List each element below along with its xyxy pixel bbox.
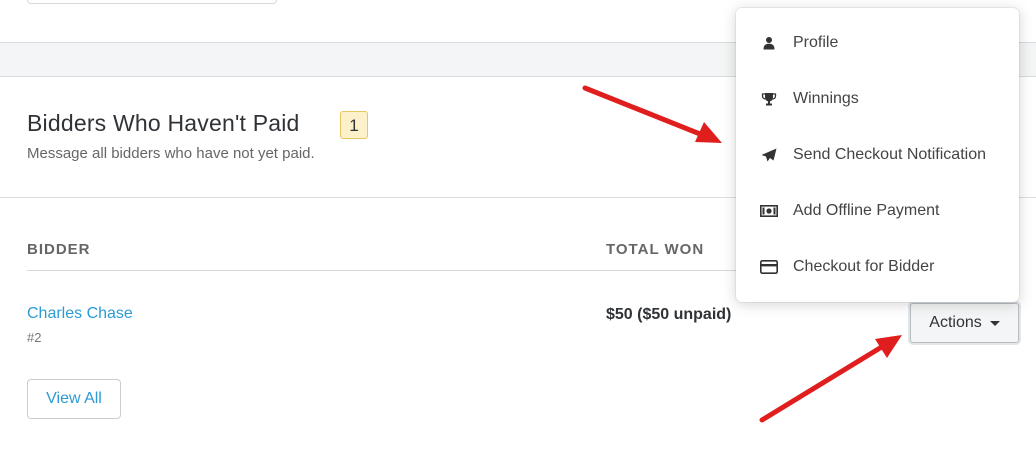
menu-item-checkout-for-bidder[interactable]: Checkout for Bidder — [736, 239, 1019, 295]
menu-item-send-checkout-notification[interactable]: Send Checkout Notification — [736, 127, 1019, 183]
menu-item-label: Profile — [793, 34, 839, 51]
menu-item-label: Add Offline Payment — [793, 202, 940, 219]
menu-item-label: Send Checkout Notification — [793, 146, 986, 163]
caret-down-icon — [989, 320, 1000, 326]
section-subtitle: Message all bidders who have not yet pai… — [27, 145, 315, 162]
menu-item-add-offline-payment[interactable]: Add Offline Payment — [736, 183, 1019, 239]
credit-card-icon — [760, 258, 778, 276]
user-icon — [760, 34, 778, 52]
top-field-stub — [27, 0, 277, 4]
trophy-icon — [760, 90, 778, 108]
bidder-number: #2 — [27, 330, 42, 345]
menu-item-profile[interactable]: Profile — [736, 15, 1019, 71]
view-all-button[interactable]: View All — [27, 379, 121, 419]
money-bill-icon — [760, 202, 778, 220]
annotation-arrow-to-actions — [759, 335, 902, 423]
section-title: Bidders Who Haven't Paid — [27, 110, 300, 136]
actions-dropdown-menu: Profile Winnings Send Checkout Notificat… — [736, 8, 1019, 302]
total-won-value: $50 ($50 unpaid) — [606, 306, 732, 323]
annotation-arrow-to-menu — [582, 85, 722, 143]
menu-item-label: Checkout for Bidder — [793, 258, 935, 275]
menu-item-label: Winnings — [793, 90, 859, 107]
paper-plane-icon — [760, 146, 778, 164]
column-header-bidder: BIDDER — [27, 241, 91, 258]
menu-item-winnings[interactable]: Winnings — [736, 71, 1019, 127]
bidder-name-link[interactable]: Charles Chase — [27, 305, 133, 323]
unpaid-count-badge: 1 — [340, 111, 368, 139]
actions-button-label: Actions — [929, 314, 982, 331]
column-header-total-won: TOTAL WON — [606, 241, 705, 258]
actions-dropdown-button[interactable]: Actions — [910, 303, 1019, 343]
